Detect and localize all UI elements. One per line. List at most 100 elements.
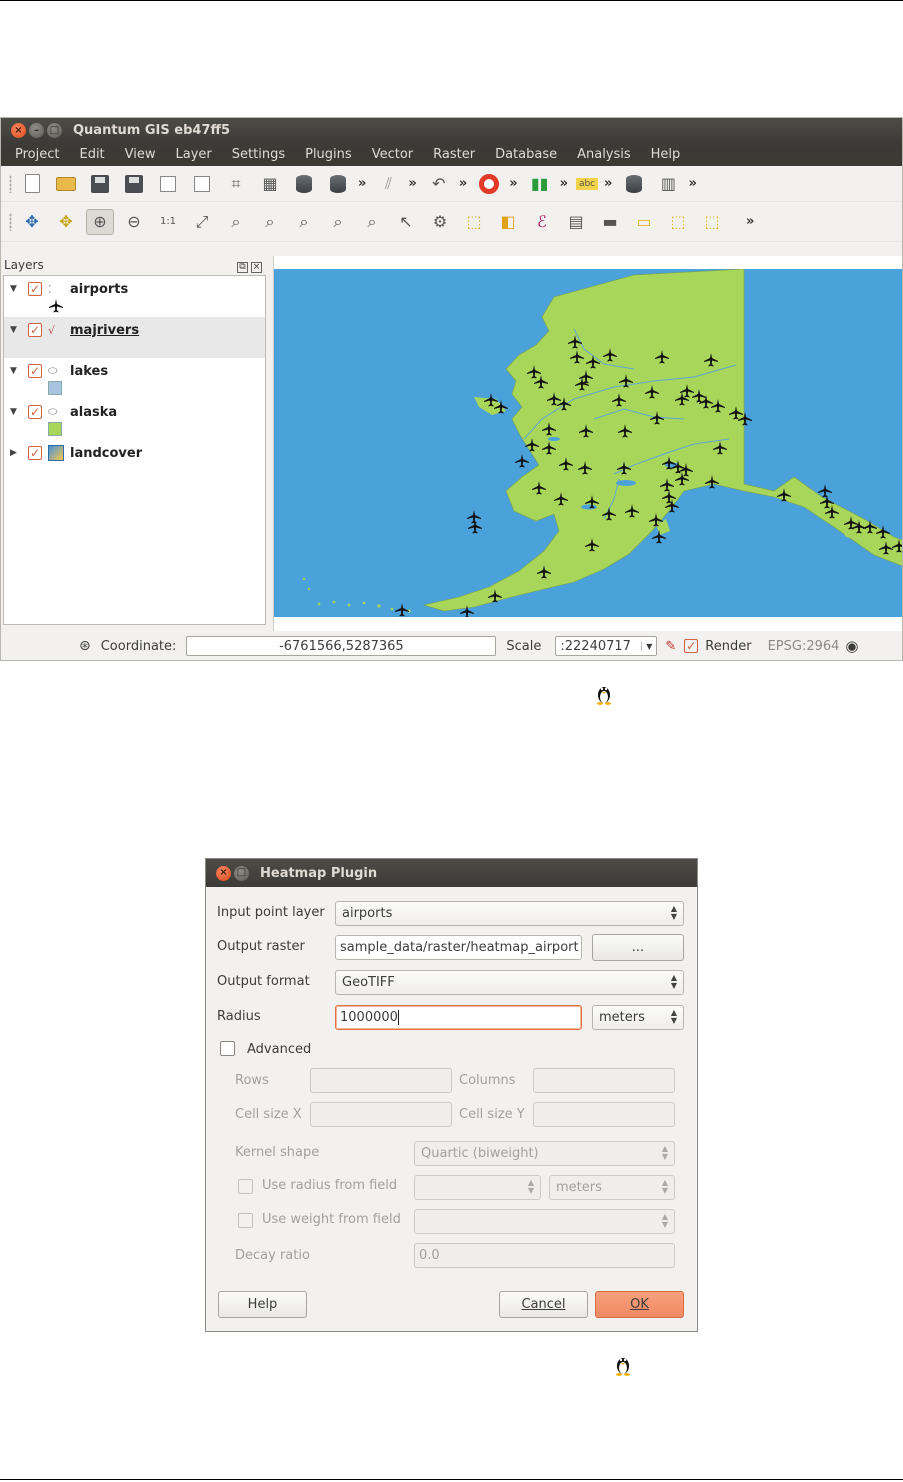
composer-manager-icon[interactable] xyxy=(188,171,216,197)
cancel-button[interactable]: Cancel xyxy=(499,1291,588,1318)
toolbar-overflow-icon[interactable]: » xyxy=(358,176,366,191)
refresh-icon[interactable]: ⌕ xyxy=(358,209,386,235)
input-layer-combo[interactable]: airports ▲ ▼ xyxy=(335,901,684,926)
menu-analysis[interactable]: Analysis xyxy=(577,147,631,162)
help-button[interactable]: Help xyxy=(218,1291,307,1318)
map-tips-icon[interactable]: ▭ xyxy=(630,209,658,235)
plugin-manager-icon[interactable]: ▥ xyxy=(654,171,682,197)
toolbar-grip[interactable] xyxy=(9,174,12,193)
pan-icon[interactable]: ✥ xyxy=(18,209,46,235)
maximize-window-icon[interactable]: □ xyxy=(47,123,62,138)
new-bookmark-icon[interactable]: ⬚ xyxy=(664,209,692,235)
scale-combo[interactable]: :22240717 ▼ xyxy=(555,636,658,656)
advanced-checkbox[interactable] xyxy=(220,1041,235,1056)
zoom-next-icon[interactable]: ⌕ xyxy=(324,209,352,235)
advanced-label[interactable]: Advanced xyxy=(247,1042,311,1057)
render-checkbox[interactable]: ✓ xyxy=(684,639,699,653)
digitize-icon[interactable]: ⫽ xyxy=(374,171,402,197)
toolbar-overflow-icon[interactable]: » xyxy=(746,214,754,229)
columns-field[interactable] xyxy=(533,1068,675,1093)
toolbar-overflow-icon[interactable]: » xyxy=(509,176,517,191)
output-format-combo[interactable]: GeoTIFF ▲ ▼ xyxy=(335,970,684,995)
decay-ratio-field[interactable]: 0.0 xyxy=(414,1243,675,1268)
close-window-icon[interactable]: × xyxy=(11,123,26,138)
browse-button[interactable]: ... xyxy=(592,934,684,961)
expand-arrow-icon[interactable]: ▼ xyxy=(10,366,22,376)
zoom-in-icon[interactable]: ⊕ xyxy=(86,208,114,235)
save-as-icon[interactable] xyxy=(120,171,148,197)
zoom-last-icon[interactable]: ⌕ xyxy=(290,209,318,235)
pan-to-selection-icon[interactable]: ✥ xyxy=(52,209,80,235)
menu-database[interactable]: Database xyxy=(495,147,557,162)
menu-raster[interactable]: Raster xyxy=(433,147,475,162)
dialog-menu-icon[interactable]: □ xyxy=(234,865,249,881)
new-print-composer-icon[interactable] xyxy=(154,171,182,197)
zoom-to-selection-icon[interactable]: ⌕ xyxy=(222,209,250,235)
weight-field-combo[interactable]: ▲ ▼ xyxy=(414,1209,675,1234)
layer-visibility-checkbox[interactable]: ✓ xyxy=(28,282,42,296)
cell-size-y-field[interactable] xyxy=(533,1102,675,1127)
radius-unit-combo[interactable]: meters ▲ ▼ xyxy=(592,1005,684,1030)
zoom-full-icon[interactable]: ⤢ xyxy=(188,209,216,235)
layer-visibility-checkbox[interactable]: ✓ xyxy=(28,446,42,460)
radius-field-combo[interactable]: ▲ ▼ xyxy=(414,1175,541,1200)
minimize-window-icon[interactable]: – xyxy=(29,123,44,138)
float-panel-icon[interactable]: ⧉ xyxy=(237,261,248,273)
toolbar-overflow-icon[interactable]: » xyxy=(408,176,416,191)
label-icon[interactable]: abc xyxy=(576,177,599,190)
ok-button[interactable]: OK xyxy=(595,1291,684,1318)
output-raster-field[interactable]: sample_data/raster/heatmap_airport xyxy=(335,935,582,960)
toolbar-grip[interactable] xyxy=(9,212,12,231)
map-canvas[interactable] xyxy=(273,256,902,631)
kernel-shape-combo[interactable]: Quartic (biweight) ▲ ▼ xyxy=(414,1141,675,1166)
expand-arrow-icon[interactable]: ▼ xyxy=(10,407,22,417)
toolbar-overflow-icon[interactable]: » xyxy=(604,176,612,191)
menu-view[interactable]: View xyxy=(125,147,156,162)
save-project-icon[interactable] xyxy=(86,171,114,197)
add-vector-layer-icon[interactable]: ⌗ xyxy=(222,171,250,197)
identify-icon[interactable]: ↖ xyxy=(392,209,420,235)
measure-icon[interactable]: ▬ xyxy=(596,209,624,235)
toolbar-overflow-icon[interactable]: » xyxy=(688,176,696,191)
db-manager-icon[interactable] xyxy=(620,171,648,197)
help-lifebuoy-icon[interactable] xyxy=(475,171,503,197)
menu-help[interactable]: Help xyxy=(651,147,681,162)
menu-plugins[interactable]: Plugins xyxy=(305,147,352,162)
toggle-extents-icon[interactable]: ⊛ xyxy=(79,638,91,654)
messages-icon[interactable]: ◉ xyxy=(845,637,858,655)
expand-arrow-icon[interactable]: ▼ xyxy=(10,325,22,335)
coordinate-field[interactable]: -6761566,5287365 xyxy=(186,636,497,656)
stop-render-icon[interactable]: ✎ xyxy=(665,639,676,654)
rows-field[interactable] xyxy=(310,1068,452,1093)
close-dialog-icon[interactable]: × xyxy=(216,865,231,881)
undo-icon[interactable]: ↶ xyxy=(425,171,453,197)
menu-layer[interactable]: Layer xyxy=(176,147,212,162)
weight-from-field-checkbox[interactable] xyxy=(238,1213,253,1228)
collapse-arrow-icon[interactable]: ▶ xyxy=(10,448,22,458)
layer-item-landcover[interactable]: ▶ ✓ landcover xyxy=(4,440,265,481)
zoom-to-layer-icon[interactable]: ⌕ xyxy=(256,209,284,235)
menu-vector[interactable]: Vector xyxy=(372,147,413,162)
layer-visibility-checkbox[interactable]: ✓ xyxy=(28,364,42,378)
select-by-expression-icon[interactable]: ℰ xyxy=(528,209,556,235)
run-feature-action-icon[interactable]: ⚙ xyxy=(426,209,454,235)
deselect-icon[interactable]: ◧ xyxy=(494,209,522,235)
layer-item-airports[interactable]: ▼ ✓ ⁚ airports xyxy=(4,276,265,317)
add-postgis-layer-icon[interactable] xyxy=(290,171,318,197)
layer-item-alaska[interactable]: ▼ ✓ ⬭ alaska xyxy=(4,399,265,440)
menu-project[interactable]: Project xyxy=(15,147,59,162)
add-spatialite-layer-icon[interactable] xyxy=(324,171,352,197)
radius-field-unit-combo[interactable]: meters ▲ ▼ xyxy=(549,1175,675,1200)
histogram-icon[interactable]: ▮▮ xyxy=(526,171,554,197)
toolbar-overflow-icon[interactable]: » xyxy=(459,176,467,191)
zoom-out-icon[interactable]: ⊖ xyxy=(120,209,148,235)
map-view[interactable] xyxy=(274,269,902,617)
attribute-table-icon[interactable]: ▤ xyxy=(562,209,590,235)
menu-settings[interactable]: Settings xyxy=(232,147,285,162)
zoom-native-icon[interactable]: 1:1 xyxy=(154,209,182,235)
layer-item-majrivers[interactable]: ▼ ✓ √ majrivers xyxy=(4,317,265,358)
layer-visibility-checkbox[interactable]: ✓ xyxy=(28,323,42,337)
expand-arrow-icon[interactable]: ▼ xyxy=(10,284,22,294)
close-panel-icon[interactable]: × xyxy=(251,261,262,273)
layer-item-lakes[interactable]: ▼ ✓ ⬭ lakes xyxy=(4,358,265,399)
